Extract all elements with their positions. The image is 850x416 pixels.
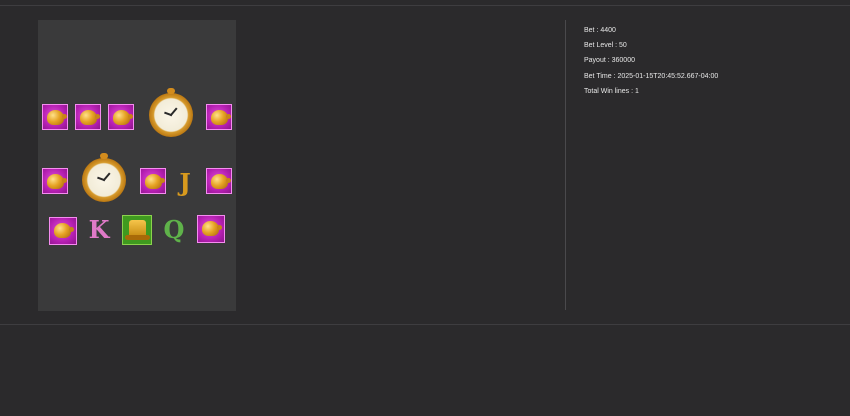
letter-q-symbol: Q <box>163 214 185 244</box>
pocket-watch-symbol <box>149 88 193 137</box>
vertical-divider <box>565 20 566 310</box>
letter-j-symbol: J <box>179 167 191 197</box>
payout: Payout : 360000 <box>584 57 635 65</box>
bell-icon <box>80 110 100 125</box>
bell-symbol <box>140 168 166 194</box>
bell-symbol <box>206 168 232 194</box>
bell-symbol <box>49 217 77 245</box>
watch-crown-icon <box>167 88 175 94</box>
bet-time: Bet Time : 2025-01-15T20:45:52.667-04:00 <box>584 72 719 80</box>
bell-symbol <box>206 104 232 130</box>
bell-symbol <box>75 104 101 130</box>
bell-symbol <box>197 215 225 243</box>
letter-k-symbol: K <box>88 214 110 244</box>
bell-icon <box>211 174 231 189</box>
hat-brim-icon <box>125 235 150 240</box>
bell-icon <box>202 221 222 236</box>
slot-reel-board: J K Q <box>38 20 236 311</box>
bell-symbol <box>108 104 134 130</box>
bell-icon <box>211 110 231 125</box>
bell-symbol <box>42 168 68 194</box>
bet-level: Bet Level : 50 <box>584 42 627 50</box>
bell-icon <box>47 174 67 189</box>
bet-amount: Bet : 4400 <box>584 27 616 34</box>
bell-symbol <box>42 104 68 130</box>
bell-icon <box>47 110 67 125</box>
bell-icon <box>54 223 74 238</box>
bet-info-panel: Bet : 4400 Bet Level : 50 Payout : 36000… <box>584 23 718 99</box>
hat-symbol <box>122 215 152 245</box>
watch-crown-icon <box>100 153 108 159</box>
bell-icon <box>113 110 133 125</box>
pocket-watch-symbol <box>82 153 126 202</box>
bottom-divider <box>0 324 850 325</box>
total-win-lines: Total Win lines : 1 <box>584 87 639 95</box>
top-divider <box>0 5 850 6</box>
bell-icon <box>145 174 165 189</box>
